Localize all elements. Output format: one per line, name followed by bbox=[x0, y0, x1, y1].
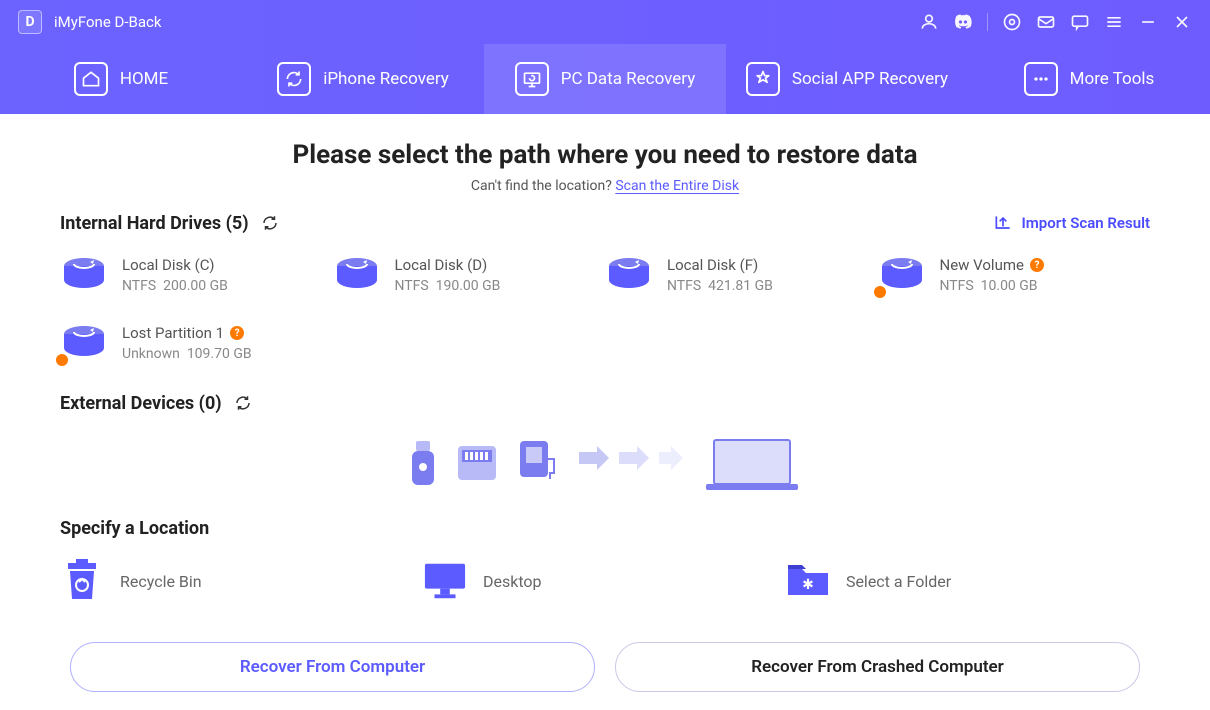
tab-home[interactable]: HOME bbox=[0, 44, 242, 114]
import-label: Import Scan Result bbox=[1021, 214, 1150, 232]
page-title: Please select the path where you need to… bbox=[60, 140, 1150, 170]
titlebar: D iMyFone D-Back bbox=[0, 0, 1210, 44]
drive-item[interactable]: New Volume ? NTFS 10.00 GB bbox=[878, 246, 1151, 314]
svg-text:✱: ✱ bbox=[802, 577, 814, 593]
app-window: D iMyFone D-Back HOME iPhone Recovery PC… bbox=[0, 0, 1210, 710]
drive-icon bbox=[60, 324, 108, 364]
app-icon bbox=[746, 62, 780, 96]
section-title: Specify a Location bbox=[60, 518, 209, 539]
import-scan-result-button[interactable]: Import Scan Result bbox=[993, 213, 1150, 233]
recover-from-crashed-button[interactable]: Recover From Crashed Computer bbox=[615, 642, 1140, 692]
sd-card-icon bbox=[456, 444, 498, 484]
tab-label: Social APP Recovery bbox=[792, 69, 948, 89]
app-title: iMyFone D-Back bbox=[54, 13, 161, 31]
menu-icon[interactable] bbox=[1104, 12, 1124, 32]
drive-name: Local Disk (D) bbox=[395, 256, 501, 274]
drive-meta: NTFS 421.81 GB bbox=[667, 278, 773, 294]
pc-recovery-icon bbox=[515, 62, 549, 96]
external-hdd-icon bbox=[516, 439, 556, 489]
internal-drives-header: Internal Hard Drives (5) Import Scan Res… bbox=[60, 212, 1150, 234]
refresh-external-icon[interactable] bbox=[232, 392, 254, 414]
account-icon[interactable] bbox=[919, 12, 939, 32]
drive-icon bbox=[878, 256, 926, 296]
tab-label: HOME bbox=[120, 69, 168, 89]
drive-icon bbox=[60, 256, 108, 296]
tab-more-tools[interactable]: More Tools bbox=[968, 44, 1210, 114]
locations-list: Recycle Bin Desktop ✱ Select a Folder bbox=[60, 551, 1150, 611]
tab-iphone-recovery[interactable]: iPhone Recovery bbox=[242, 44, 484, 114]
external-devices-illustration bbox=[60, 424, 1150, 504]
drive-item[interactable]: Local Disk (C) NTFS 200.00 GB bbox=[60, 246, 333, 314]
drive-info: Local Disk (C) NTFS 200.00 GB bbox=[122, 256, 228, 294]
discord-icon[interactable] bbox=[953, 12, 973, 32]
external-devices-header: External Devices (0) bbox=[60, 392, 1150, 414]
home-icon bbox=[74, 62, 108, 96]
bottom-buttons: Recover From Computer Recover From Crash… bbox=[0, 642, 1210, 692]
drives-list: Local Disk (C)NTFS 200.00 GBLocal Disk (… bbox=[60, 246, 1150, 382]
refresh-icon bbox=[277, 62, 311, 96]
location-recycle-bin[interactable]: Recycle Bin bbox=[60, 551, 423, 611]
close-icon[interactable] bbox=[1172, 12, 1192, 32]
drive-name: New Volume ? bbox=[940, 256, 1044, 274]
drive-item[interactable]: Local Disk (D) NTFS 190.00 GB bbox=[333, 246, 606, 314]
drive-meta: NTFS 10.00 GB bbox=[940, 278, 1044, 294]
tab-label: iPhone Recovery bbox=[323, 69, 449, 89]
section-title: External Devices (0) bbox=[60, 393, 222, 414]
drive-meta: NTFS 190.00 GB bbox=[395, 278, 501, 294]
usb-icon bbox=[408, 439, 438, 489]
warning-badge-icon bbox=[54, 352, 70, 368]
refresh-drives-icon[interactable] bbox=[259, 212, 281, 234]
location-desktop[interactable]: Desktop bbox=[423, 551, 786, 611]
section-title: Internal Hard Drives (5) bbox=[60, 213, 249, 234]
mail-icon[interactable] bbox=[1036, 12, 1056, 32]
drive-meta: Unknown 109.70 GB bbox=[122, 346, 252, 362]
content-area: Please select the path where you need to… bbox=[0, 114, 1210, 611]
drive-name: Local Disk (F) bbox=[667, 256, 773, 274]
tab-social-app-recovery[interactable]: Social APP Recovery bbox=[726, 44, 968, 114]
drive-item[interactable]: Local Disk (F) NTFS 421.81 GB bbox=[605, 246, 878, 314]
location-label: Select a Folder bbox=[846, 572, 951, 591]
help-icon[interactable]: ? bbox=[1030, 258, 1044, 272]
more-icon bbox=[1024, 62, 1058, 96]
drive-meta: NTFS 200.00 GB bbox=[122, 278, 228, 294]
app-logo-icon: D bbox=[18, 10, 42, 34]
feedback-icon[interactable] bbox=[1070, 12, 1090, 32]
drive-info: Local Disk (F) NTFS 421.81 GB bbox=[667, 256, 773, 294]
laptop-icon bbox=[702, 434, 802, 494]
subtitle-text: Can't find the location? bbox=[471, 178, 615, 194]
drive-item[interactable]: Lost Partition 1 ? Unknown 109.70 GB bbox=[60, 314, 333, 382]
drive-info: New Volume ? NTFS 10.00 GB bbox=[940, 256, 1044, 294]
import-icon bbox=[993, 213, 1013, 233]
location-label: Desktop bbox=[483, 572, 542, 591]
help-icon[interactable]: ? bbox=[230, 326, 244, 340]
drive-info: Lost Partition 1 ? Unknown 109.70 GB bbox=[122, 324, 252, 362]
drive-info: Local Disk (D) NTFS 190.00 GB bbox=[395, 256, 501, 294]
warning-badge-icon bbox=[872, 284, 888, 300]
drive-icon bbox=[333, 256, 381, 296]
folder-icon: ✱ bbox=[786, 559, 830, 603]
desktop-icon bbox=[423, 559, 467, 603]
tab-label: PC Data Recovery bbox=[561, 69, 696, 89]
drive-name: Local Disk (C) bbox=[122, 256, 228, 274]
page-subtitle: Can't find the location? Scan the Entire… bbox=[60, 178, 1150, 194]
drive-name: Lost Partition 1 ? bbox=[122, 324, 252, 342]
minimize-icon[interactable] bbox=[1138, 12, 1158, 32]
drive-icon bbox=[605, 256, 653, 296]
tab-pc-data-recovery[interactable]: PC Data Recovery bbox=[484, 44, 726, 114]
location-select-folder[interactable]: ✱ Select a Folder bbox=[786, 551, 1149, 611]
specify-location-header: Specify a Location bbox=[60, 518, 1150, 539]
recycle-bin-icon bbox=[60, 559, 104, 603]
main-nav: HOME iPhone Recovery PC Data Recovery So… bbox=[0, 44, 1210, 114]
settings-icon[interactable] bbox=[1002, 12, 1022, 32]
window-controls bbox=[919, 12, 1192, 32]
tab-label: More Tools bbox=[1070, 69, 1155, 89]
location-label: Recycle Bin bbox=[120, 572, 202, 591]
recover-from-computer-button[interactable]: Recover From Computer bbox=[70, 642, 595, 692]
scan-entire-disk-link[interactable]: Scan the Entire Disk bbox=[615, 178, 739, 194]
arrow-icon bbox=[574, 444, 684, 484]
